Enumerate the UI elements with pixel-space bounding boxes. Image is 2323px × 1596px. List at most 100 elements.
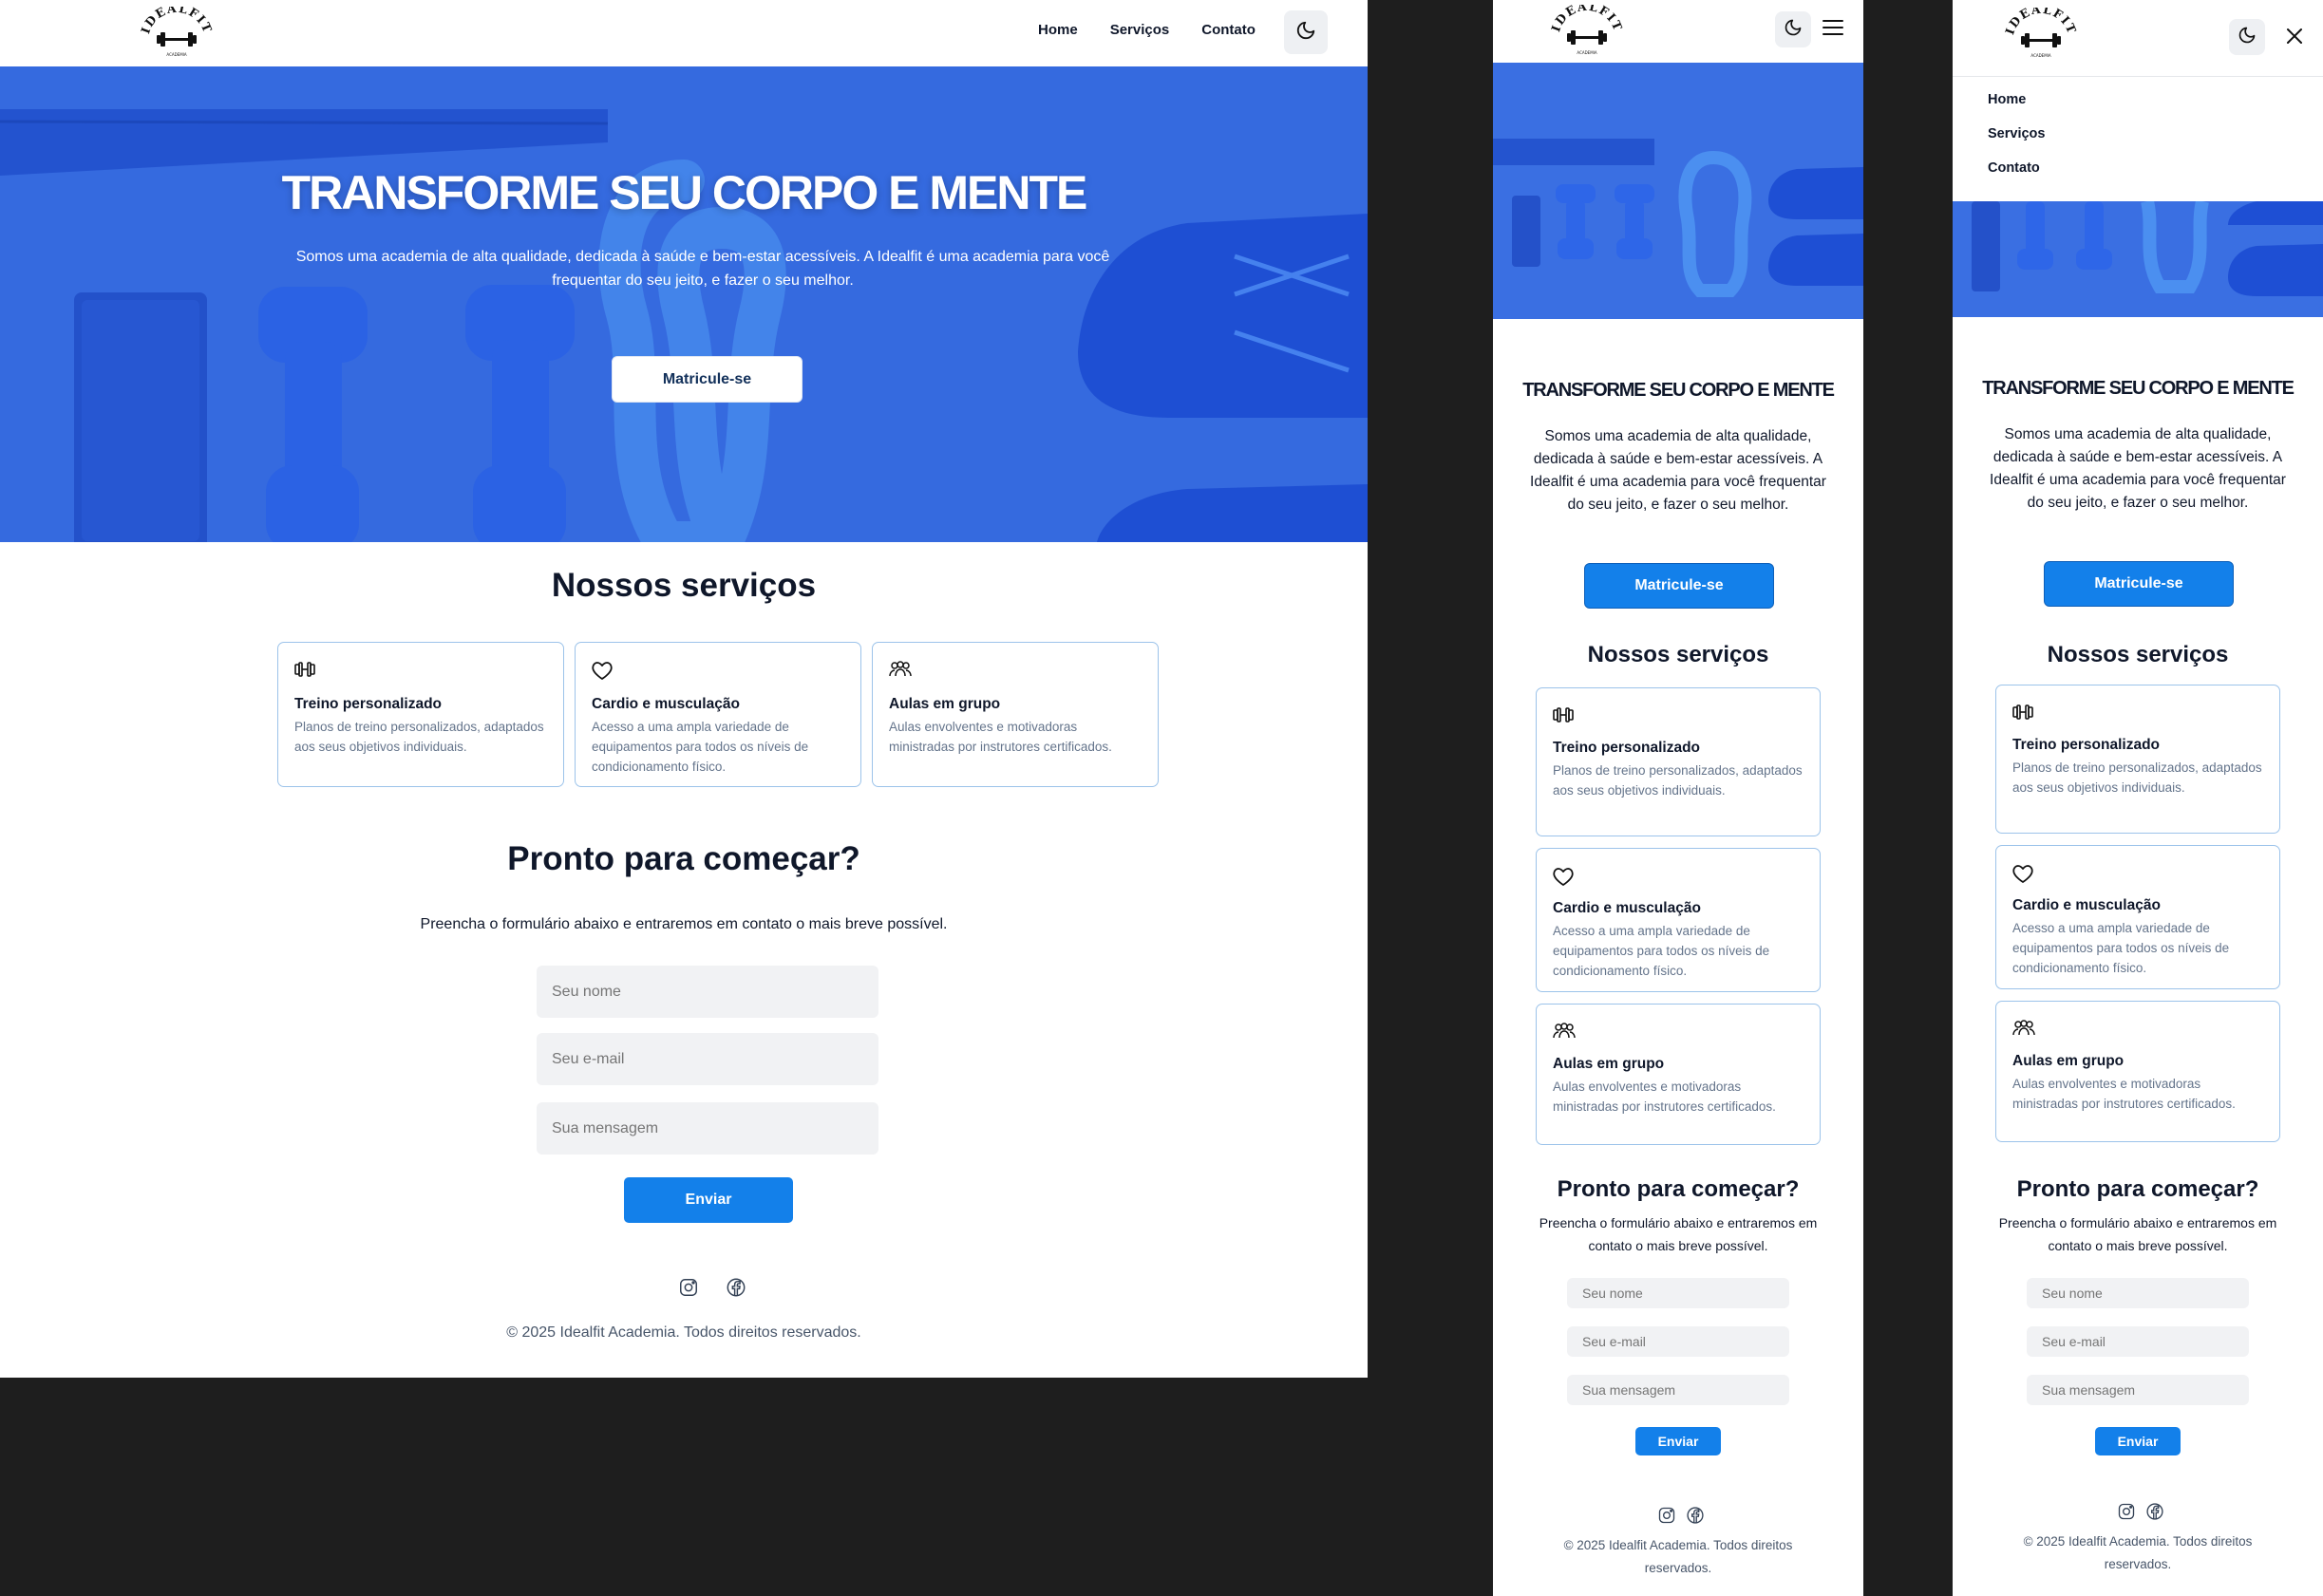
instagram-icon[interactable] bbox=[2117, 1502, 2136, 1525]
services-title: Nossos serviços bbox=[2047, 642, 2229, 667]
send-button[interactable]: Enviar bbox=[624, 1177, 793, 1223]
heart-icon bbox=[591, 660, 614, 685]
social-links bbox=[2117, 1502, 2164, 1525]
service-description: Planos de treino personalizados, adaptad… bbox=[2012, 760, 2262, 795]
contact-subtitle: Preencha o formulário abaixo e entraremo… bbox=[1998, 1215, 2277, 1253]
service-description: Planos de treino personalizados, adaptad… bbox=[294, 720, 544, 754]
moon-icon bbox=[1784, 18, 1803, 41]
logo-text: IDEALFIT bbox=[1551, 5, 1623, 33]
idealfit-logo[interactable]: IDEALFIT ACADEMIA bbox=[141, 7, 213, 60]
site-header: IDEALFIT ACADEMIA bbox=[1953, 0, 2323, 76]
mobile-viewport-menu-open: IDEALFIT ACADEMIA Home Serviços Contato bbox=[1953, 0, 2323, 1596]
service-title: Treino personalizado bbox=[2012, 737, 2161, 753]
logo-subtext: ACADEMIA bbox=[166, 52, 186, 57]
copyright-text: © 2025 Idealfit Academia. Todos direitos… bbox=[2023, 1534, 2253, 1571]
hero-text: Somos uma academia de alta qualidade, de… bbox=[295, 249, 1110, 289]
group-icon bbox=[888, 660, 913, 683]
nav-link-servicos[interactable]: Serviços bbox=[1110, 22, 1170, 38]
hero-fitness-image bbox=[1953, 201, 2323, 317]
send-button[interactable]: Enviar bbox=[2095, 1427, 2181, 1455]
social-links bbox=[1657, 1506, 1705, 1529]
message-input[interactable] bbox=[1567, 1375, 1789, 1405]
service-title: Cardio e musculação bbox=[2012, 897, 2161, 913]
services-title: Nossos serviços bbox=[1587, 642, 1769, 667]
service-title: Cardio e musculação bbox=[1553, 900, 1701, 916]
service-card-personal-training: Treino personalizado Planos de treino pe… bbox=[277, 642, 564, 787]
idealfit-logo[interactable]: IDEALFIT ACADEMIA bbox=[2005, 8, 2077, 61]
service-description: Planos de treino personalizados, adaptad… bbox=[1553, 763, 1803, 798]
service-card-personal-training: Treino personalizado Planos de treino pe… bbox=[1536, 687, 1821, 836]
nav-link-home[interactable]: Home bbox=[1988, 92, 2026, 107]
logo-subtext: ACADEMIA bbox=[2030, 53, 2050, 58]
enroll-button[interactable]: Matricule-se bbox=[612, 356, 803, 403]
name-input[interactable] bbox=[2027, 1278, 2249, 1308]
theme-toggle-button[interactable] bbox=[2229, 19, 2265, 55]
hero-section bbox=[1493, 63, 1863, 319]
email-input[interactable] bbox=[1567, 1326, 1789, 1357]
send-button[interactable]: Enviar bbox=[1635, 1427, 1721, 1455]
contact-subtitle: Preencha o formulário abaixo e entraremo… bbox=[1539, 1215, 1818, 1253]
hero-title: TRANSFORME SEU CORPO E MENTE bbox=[281, 166, 1088, 219]
dumbbell-icon bbox=[2011, 703, 2034, 725]
theme-toggle-button[interactable] bbox=[1284, 10, 1328, 54]
service-title: Aulas em grupo bbox=[2012, 1053, 2125, 1069]
close-icon[interactable] bbox=[2284, 26, 2305, 50]
group-icon bbox=[2011, 1019, 2036, 1042]
logo-subtext: ACADEMIA bbox=[1577, 50, 1596, 55]
logo-text: IDEALFIT bbox=[141, 7, 213, 35]
instagram-icon[interactable] bbox=[1657, 1506, 1676, 1529]
mobile-nav-dropdown: Home Serviços Contato bbox=[1953, 76, 2323, 201]
facebook-icon[interactable] bbox=[726, 1277, 746, 1302]
contact-title: Pronto para começar? bbox=[2016, 1176, 2259, 1202]
message-input[interactable] bbox=[537, 1102, 878, 1155]
email-input[interactable] bbox=[537, 1033, 878, 1085]
theme-toggle-button[interactable] bbox=[1775, 11, 1811, 47]
dumbbell-icon bbox=[293, 660, 316, 683]
instagram-icon[interactable] bbox=[678, 1277, 699, 1302]
hero-title: TRANSFORME SEU CORPO E MENTE bbox=[1522, 380, 1835, 401]
service-title: Cardio e musculação bbox=[592, 696, 740, 712]
heart-icon bbox=[2011, 863, 2034, 888]
group-icon bbox=[1552, 1022, 1577, 1044]
nav-link-servicos[interactable]: Serviços bbox=[1988, 126, 2045, 141]
service-description: Aulas envolventes e motivadoras ministra… bbox=[2012, 1077, 2236, 1111]
nav-link-contato[interactable]: Contato bbox=[1201, 22, 1256, 38]
facebook-icon[interactable] bbox=[2145, 1502, 2164, 1525]
svg-text:IDEALFIT: IDEALFIT bbox=[141, 7, 213, 35]
email-input[interactable] bbox=[2027, 1326, 2249, 1357]
hero-text: Somos uma academia de alta qualidade, de… bbox=[1530, 428, 1826, 513]
desktop-viewport: IDEALFIT ACADEMIA Home Serviços Contato bbox=[0, 0, 1368, 1378]
hamburger-menu-icon[interactable] bbox=[1822, 17, 1844, 42]
service-card-cardio: Cardio e musculação Acesso a uma ampla v… bbox=[1536, 848, 1821, 992]
hero-title: TRANSFORME SEU CORPO E MENTE bbox=[1982, 378, 2295, 399]
dumbbell-icon bbox=[1552, 705, 1575, 728]
service-title: Treino personalizado bbox=[294, 696, 443, 712]
svg-text:IDEALFIT: IDEALFIT bbox=[1551, 5, 1623, 33]
facebook-icon[interactable] bbox=[1686, 1506, 1705, 1529]
enroll-button[interactable]: Matricule-se bbox=[2044, 561, 2234, 607]
message-input[interactable] bbox=[2027, 1375, 2249, 1405]
services-title: Nossos serviços bbox=[551, 567, 817, 604]
nav-link-home[interactable]: Home bbox=[1038, 22, 1078, 38]
hero-text: Somos uma academia de alta qualidade, de… bbox=[1990, 426, 2286, 511]
service-title: Treino personalizado bbox=[1553, 740, 1701, 756]
name-input[interactable] bbox=[537, 966, 878, 1018]
service-description: Acesso a uma ampla variedade de equipame… bbox=[2012, 921, 2230, 975]
enroll-button[interactable]: Matricule-se bbox=[1584, 563, 1774, 609]
service-card-group-classes: Aulas em grupo Aulas envolventes e motiv… bbox=[872, 642, 1159, 787]
service-title: Aulas em grupo bbox=[1553, 1056, 1665, 1072]
name-input[interactable] bbox=[1567, 1278, 1789, 1308]
site-header: IDEALFIT ACADEMIA bbox=[1493, 0, 1863, 63]
moon-icon bbox=[1295, 20, 1316, 45]
logo-text: IDEALFIT bbox=[2005, 8, 2077, 36]
copyright-text: © 2025 Idealfit Academia. Todos direitos… bbox=[1563, 1538, 1793, 1575]
mobile-viewport-menu-closed: IDEALFIT ACADEMIA bbox=[1493, 0, 1863, 1596]
social-links bbox=[678, 1277, 746, 1302]
service-description: Acesso a uma ampla variedade de equipame… bbox=[592, 720, 809, 774]
service-title: Aulas em grupo bbox=[889, 696, 1001, 712]
service-card-personal-training: Treino personalizado Planos de treino pe… bbox=[1995, 685, 2280, 834]
contact-title: Pronto para começar? bbox=[507, 840, 860, 877]
idealfit-logo[interactable]: IDEALFIT ACADEMIA bbox=[1551, 5, 1623, 58]
heart-icon bbox=[1552, 866, 1575, 891]
nav-link-contato[interactable]: Contato bbox=[1988, 160, 2040, 176]
